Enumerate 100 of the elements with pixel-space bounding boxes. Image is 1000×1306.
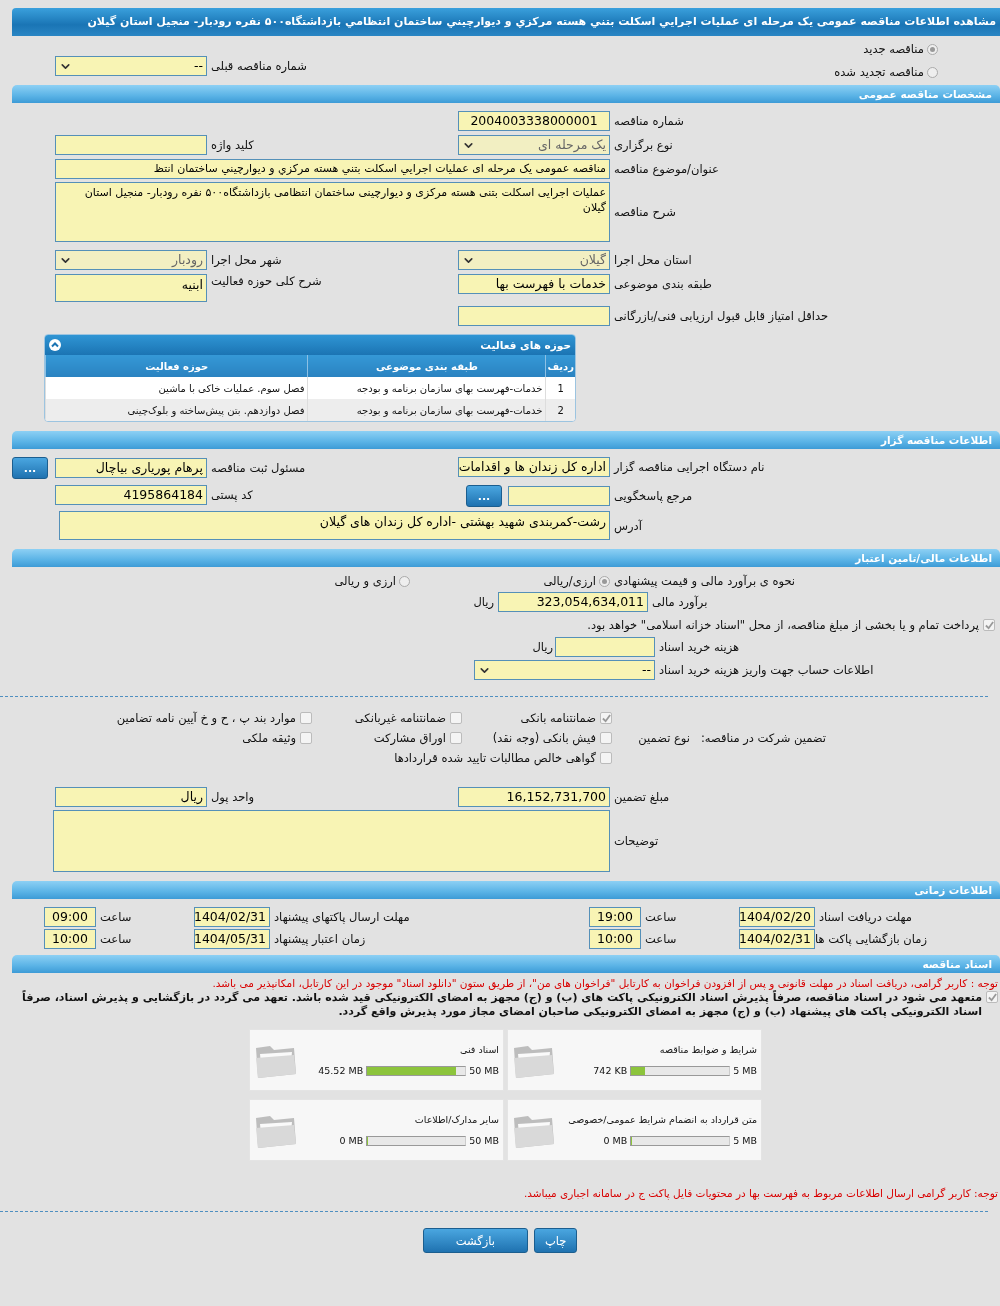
table-cell: 1	[545, 377, 575, 399]
size-used: 45.52 MB	[318, 1065, 364, 1076]
section-header: اطلاعات زمانی	[12, 881, 1000, 899]
file-title: اسناد فنی	[459, 1044, 499, 1055]
field-label: نام دستگاه اجرایی مناقصه گزار	[612, 460, 766, 474]
checkbox[interactable]	[983, 619, 995, 631]
page-title: مشاهده اطلاعات مناقصه عمومی یک مرحله ای عملیات اجرايي اسکلت بتني هسته مرکزي و ديوارچيني ساختمان انتظامي بازداشتگاه۵۰۰ نفره رودبار- منجیل استان گیلان	[12, 8, 1000, 36]
text-field[interactable]: مناقصه عمومی یک مرحله ای عملیات اجرايي اسکلت بتني هسته مرکزي و ديوارچيني ساختمان انتظ	[55, 159, 610, 179]
text-field[interactable]: 1404/02/31	[194, 907, 270, 927]
text-field[interactable]: 10:00	[44, 929, 96, 949]
dropdown[interactable]: یک مرحله ای	[458, 135, 610, 155]
dropdown[interactable]: --	[474, 660, 655, 680]
checkbox[interactable]	[600, 752, 612, 764]
checkbox[interactable]	[300, 712, 312, 724]
field-label: نوع تضمین	[637, 731, 690, 745]
radio-button[interactable]	[599, 575, 610, 587]
text-field[interactable]: ابنیه	[55, 274, 207, 302]
field-label: طبقه بندی موضوعی	[613, 277, 713, 291]
text-field[interactable]: عملیات اجرایی اسکلت بتنی هسته مرکزی و دیوارچینی ساختمان انتظامی بازداشتگاه۵۰۰ نفره رودبار- منجیل استان گیلان	[55, 182, 610, 242]
dropdown[interactable]: --	[55, 56, 207, 76]
commitment-text: متعهد می شود در اسناد مناقصه، صرفاً پذیرش اسناد الکترونیکی پاکت های (ب) و (ج) مجهز به امضای الکترونیکی قید شده باشد. تعهد می گردد در بازگشایی و پذیرش اسناد، صرفاً اسناد الکترونیکی پاکت های پیشنهاد (ب) و (ج) مجهز به امضای الکترونیکی صاحبان امضای مجاز مورد پذیرش واقع گردد.	[21, 991, 982, 1019]
radio-label: مناقصه تجدید شده	[834, 65, 924, 79]
field-label: هزینه خرید اسناد	[658, 640, 741, 654]
panel-title: حوزه های فعالیت	[480, 339, 571, 351]
column-header: طبقه بندی موضوعی	[307, 355, 546, 377]
field-label: واحد پول	[210, 790, 256, 804]
checkbox-label: وثیقه ملکی	[242, 731, 296, 745]
checkbox-label: اوراق مشارکت	[373, 731, 446, 745]
radio-button[interactable]	[927, 43, 938, 55]
text-field[interactable]: 19:00	[589, 907, 641, 927]
radio-label: مناقصه جدید	[863, 42, 924, 56]
field-label: مبلغ تضمین	[613, 790, 671, 804]
field-label: مهلت دریافت اسناد	[818, 910, 913, 924]
radio-label: ارزی و ریالی	[334, 574, 396, 588]
field-label: ساعت	[644, 910, 678, 924]
field-label: زمان اعتبار پیشنهاد	[273, 932, 367, 946]
text-field[interactable]: 1404/02/20	[739, 907, 815, 927]
text-field[interactable]	[53, 810, 610, 872]
field-label: ساعت	[99, 910, 133, 924]
text-field[interactable]: 4195864184	[55, 485, 207, 505]
text-field[interactable]: 16,152,731,700	[458, 787, 610, 807]
file-title: متن قرارداد به انضمام شرایط عمومی/خصوصی	[567, 1114, 757, 1125]
more-button[interactable]: ...	[12, 457, 48, 479]
size-used: 0 MB	[603, 1135, 628, 1146]
section-header: اطلاعات مناقصه گزار	[12, 431, 1000, 449]
checkbox-label: موارد بند پ ، ح و خ آیین نامه تضامین	[116, 711, 296, 725]
text-field[interactable]	[458, 306, 610, 326]
checkbox[interactable]	[600, 712, 612, 724]
size-limit: 50 MB	[469, 1135, 499, 1146]
checkbox-label: ضمانتنامه بانکی	[520, 711, 596, 725]
field-label: ساعت	[99, 932, 133, 946]
checkbox[interactable]	[986, 991, 998, 1003]
dropdown[interactable]: رودبار	[55, 250, 207, 270]
field-label: شرح کلی حوزه فعالیت	[210, 274, 323, 288]
checkbox-label: فیش بانکی (وجه نقد)	[492, 731, 596, 745]
field-label: شماره مناقصه قبلی	[210, 59, 308, 73]
size-used: 742 KB	[593, 1065, 628, 1076]
back-button[interactable]: بازگشت	[422, 1228, 528, 1253]
field-label: برآورد مالی	[651, 595, 709, 609]
file-title: سایر مدارک/اطلاعات	[413, 1114, 499, 1125]
field-label: مرجع پاسخگویی	[613, 489, 694, 503]
text-field[interactable]: 10:00	[589, 929, 641, 949]
text-field[interactable]: اداره کل زندان ها و اقدامات	[458, 457, 610, 477]
more-button[interactable]: ...	[466, 485, 502, 507]
text-field[interactable]: 1404/02/31	[739, 929, 815, 949]
text-field[interactable]	[555, 637, 655, 657]
text-field[interactable]: ریال	[55, 787, 207, 807]
table-cell: 2	[545, 399, 575, 421]
dropdown[interactable]: گیلان	[458, 250, 610, 270]
text-field[interactable]	[55, 135, 207, 155]
radio-label: ارزی/ریالی	[543, 574, 596, 588]
column-header: حوزه فعالیت	[45, 355, 308, 377]
text-field[interactable]: 09:00	[44, 907, 96, 927]
text-field[interactable]: 323,054,634,011	[498, 592, 648, 612]
radio-button[interactable]	[927, 66, 938, 78]
field-label: زمان بازگشایی پاکت ها	[815, 932, 927, 946]
text-field[interactable]: 1404/05/31	[194, 929, 270, 949]
collapse-icon[interactable]	[49, 339, 61, 351]
field-label: مسئول ثبت مناقصه	[210, 461, 307, 475]
section-header: مشخصات مناقصه عمومی	[12, 85, 1000, 103]
checkbox[interactable]	[450, 712, 462, 724]
checkbox[interactable]	[600, 732, 612, 744]
field-label: ساعت	[644, 932, 678, 946]
text-field[interactable]: رشت-کمربندی شهید بهشتی -اداره کل زندان های گیلان	[59, 511, 610, 540]
table-cell: خدمات-فهرست بهای سازمان برنامه و بودجه	[307, 377, 546, 399]
checkbox[interactable]	[450, 732, 462, 744]
text-field[interactable]	[508, 486, 610, 506]
text-field[interactable]: خدمات با فهرست بها	[458, 274, 610, 294]
section-header: اطلاعات مالی/تامین اعتبار	[12, 549, 1000, 567]
field-label: استان محل اجرا	[613, 253, 693, 267]
text-field[interactable]: پرهام پوریاری بیاچال	[55, 458, 207, 478]
radio-button[interactable]	[399, 575, 410, 587]
field-label: آدرس	[613, 518, 643, 533]
unit-label: ریال	[473, 595, 494, 609]
size-limit: 5 MB	[733, 1065, 757, 1076]
field-label: کلید واژه	[210, 138, 255, 152]
field-label: مهلت ارسال پاکتهای پیشنهاد	[273, 910, 411, 924]
checkbox[interactable]	[300, 732, 312, 744]
text-field[interactable]: 2004003338000001	[458, 111, 610, 131]
print-button[interactable]: چاپ	[533, 1228, 578, 1253]
